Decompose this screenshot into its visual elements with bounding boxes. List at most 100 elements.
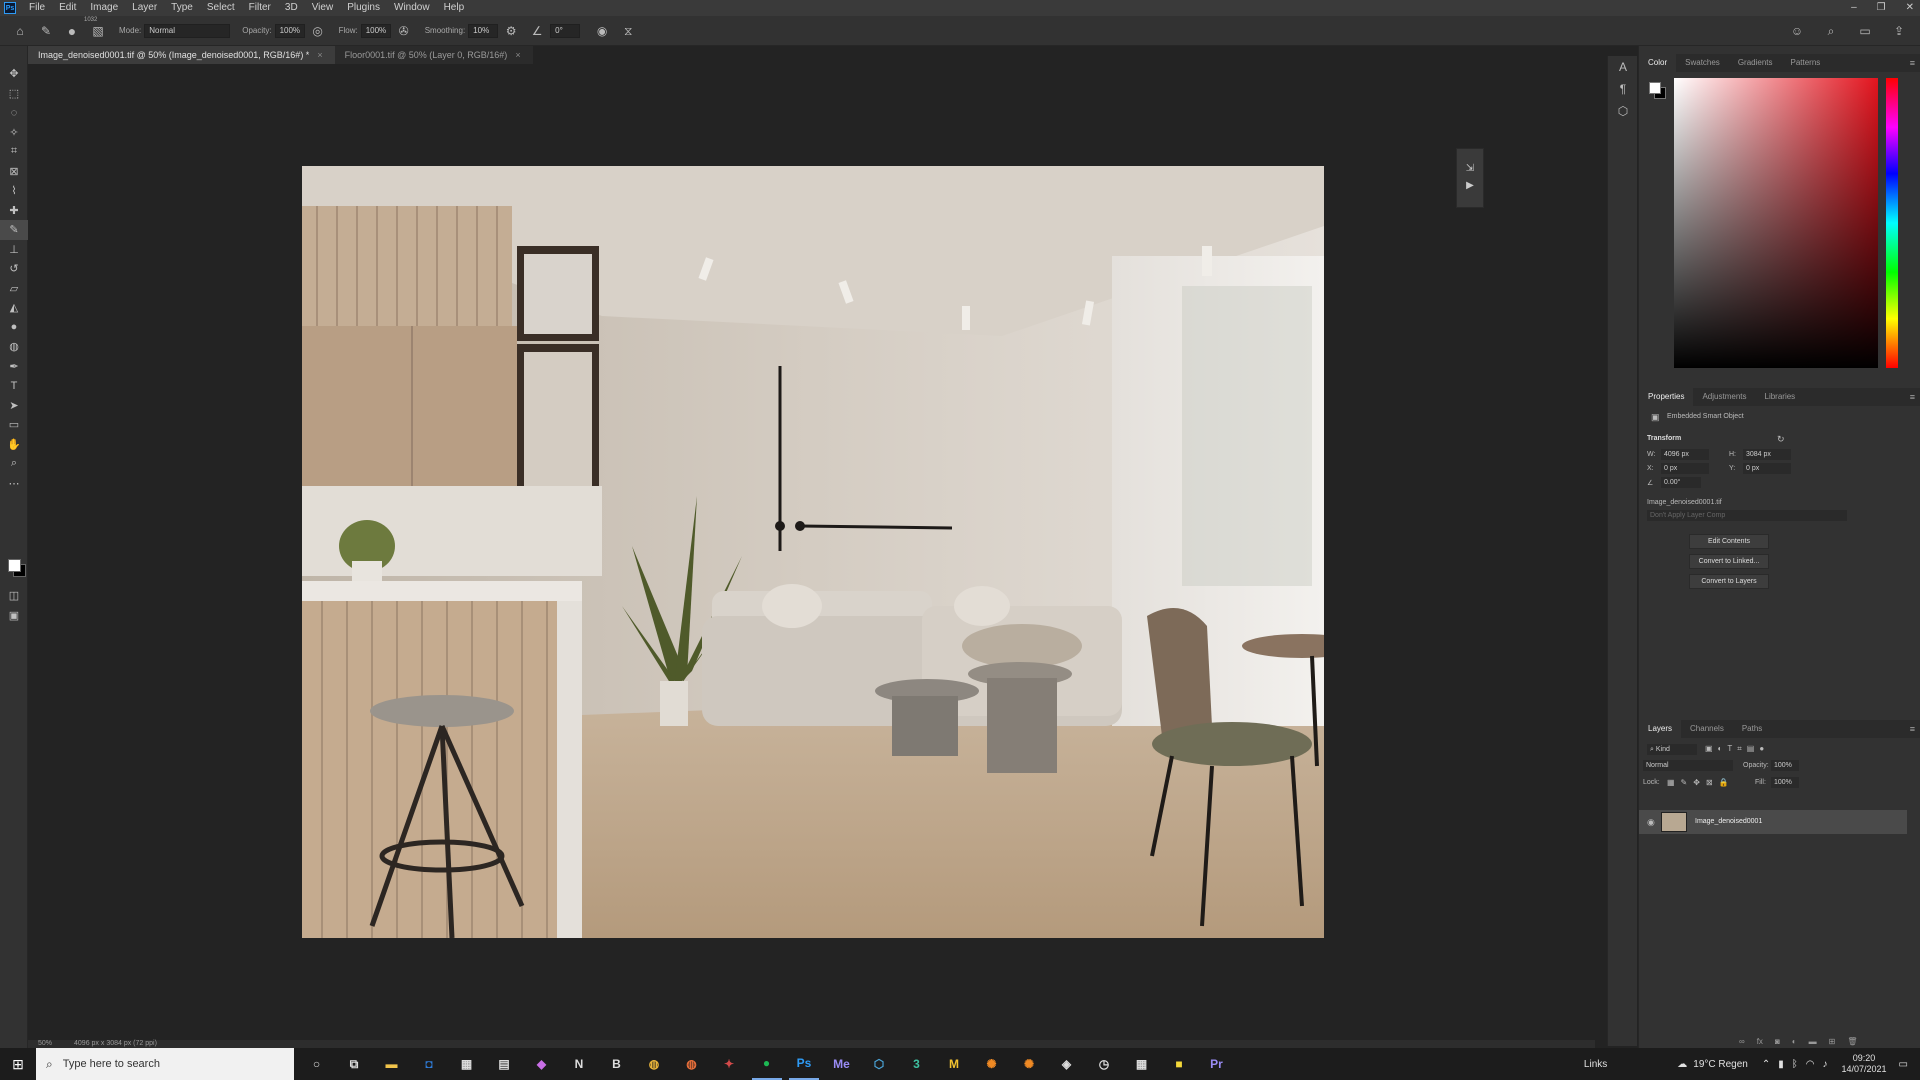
dodge-tool-icon[interactable]: ◍ [0,337,28,357]
zoom-tool-icon[interactable]: ⌕ [0,454,28,474]
zoom-level[interactable]: 50% [38,1040,52,1048]
restore-icon[interactable]: ❐ [1877,0,1886,16]
taskbar-app-affinity-icon[interactable]: ◆ [527,1048,557,1080]
menu-select[interactable]: Select [200,0,242,16]
healing-tool-icon[interactable]: ✚ [0,201,28,221]
eraser-tool-icon[interactable]: ▱ [0,279,28,299]
x-field[interactable]: 0 px [1661,463,1709,474]
taskbar-app-media-encoder-icon[interactable]: Me [827,1048,857,1080]
more-tools-icon[interactable]: ⋯ [0,474,28,494]
taskbar-app-folder-icon[interactable]: ▤ [489,1048,519,1080]
menu-view[interactable]: View [305,0,341,16]
tab-gradients[interactable]: Gradients [1729,54,1782,72]
brush-tool-icon[interactable]: ✎ [0,220,28,240]
lasso-tool-icon[interactable]: ◌ [0,103,28,123]
menu-file[interactable]: File [22,0,52,16]
network-icon[interactable]: ▮ [1778,1059,1784,1070]
clock[interactable]: 09:20 14/07/2021 [1842,1053,1887,1075]
foreground-color-swatch[interactable] [8,559,21,572]
menu-window[interactable]: Window [387,0,437,16]
hue-slider[interactable] [1886,78,1898,368]
convert-to-linked-button[interactable]: Convert to Linked... [1689,554,1769,569]
layer-opacity-field[interactable]: 100% [1771,760,1799,771]
menu-edit[interactable]: Edit [52,0,83,16]
taskbar-app-premiere-icon[interactable]: Pr [1202,1048,1232,1080]
pressure-size-icon[interactable]: ◉ [594,23,610,39]
taskbar-app-unity-icon[interactable]: ◈ [1052,1048,1082,1080]
magic-wand-tool-icon[interactable]: ✧ [0,123,28,143]
actions-icon[interactable]: ⇲ [1457,163,1483,174]
fx-icon[interactable]: fx [1757,1037,1763,1046]
marquee-tool-icon[interactable]: ⬚ [0,84,28,104]
add-mask-icon[interactable]: ◙ [1775,1037,1780,1046]
move-tool-icon[interactable]: ✥ [0,64,28,84]
tab-image-denoised[interactable]: Image_denoised0001.tif @ 50% (Image_deno… [28,46,335,64]
eyedropper-tool-icon[interactable]: ⌇ [0,181,28,201]
symmetry-icon[interactable]: ⧖ [620,23,636,39]
close-tab-icon[interactable]: × [515,50,520,60]
delete-layer-icon[interactable]: 🗑 [1847,1037,1857,1046]
tray-overflow-icon[interactable]: ⌃ [1762,1059,1770,1070]
tab-adjustments[interactable]: Adjustments [1693,388,1755,406]
3d-panel-icon[interactable]: ⬡ [1608,100,1638,122]
frame-tool-icon[interactable]: ⊠ [0,162,28,182]
tab-color[interactable]: Color [1639,54,1677,72]
share-people-icon[interactable]: ☺ [1789,23,1805,39]
tab-patterns[interactable]: Patterns [1782,54,1830,72]
minimize-icon[interactable]: – [1851,0,1857,16]
layer-filter-select[interactable]: ⌕ Kind [1647,744,1697,755]
layer-row[interactable]: ◉ Image_denoised0001 [1639,810,1907,834]
canvas-area[interactable]: ⇲ ▶ [28,64,1595,1040]
workspace-icon[interactable]: ▭ [1857,23,1873,39]
convert-to-layers-button[interactable]: Convert to Layers [1689,574,1769,589]
y-field[interactable]: 0 px [1743,463,1791,474]
weather-icon[interactable]: ☁ [1677,1059,1687,1070]
opacity-field[interactable]: 100% [274,23,305,38]
taskbar-app-m-icon[interactable]: M [939,1048,969,1080]
taskbar-app-blender-icon[interactable]: ✺ [977,1048,1007,1080]
taskbar-app-outlook-icon[interactable]: ◘ [414,1048,444,1080]
taskbar-app-chrome-canary-icon[interactable]: ◍ [677,1048,707,1080]
taskbar-app-calendar-icon[interactable]: ▦ [1127,1048,1157,1080]
menu-type[interactable]: Type [164,0,200,16]
blur-tool-icon[interactable]: ● [0,318,28,338]
task-view-icon[interactable]: ⧉ [339,1048,369,1080]
menu-3d[interactable]: 3D [278,0,305,16]
paragraph-panel-icon[interactable]: ¶ [1608,78,1638,100]
smoothing-field[interactable]: 10% [468,23,499,38]
cortana-icon[interactable]: ○ [302,1048,332,1080]
height-field[interactable]: 3084 px [1743,449,1791,460]
taskbar-app-chrome-icon[interactable]: ◍ [639,1048,669,1080]
bluetooth-icon[interactable]: ᛒ [1792,1059,1798,1070]
edit-contents-button[interactable]: Edit Contents [1689,534,1769,549]
taskbar-app-sticky-notes-icon[interactable]: ■ [1164,1048,1194,1080]
angle-field[interactable]: 0° [550,23,581,38]
tab-layers[interactable]: Layers [1639,720,1682,738]
play-icon[interactable]: ▶ [1457,180,1483,191]
stamp-tool-icon[interactable]: ⊥ [0,240,28,260]
taskbar-app-blender-beta-icon[interactable]: ✺ [1014,1048,1044,1080]
document-canvas-image[interactable] [302,166,1324,938]
taskbar-app-sketchup-icon[interactable]: ⬡ [864,1048,894,1080]
new-group-icon[interactable]: ▬ [1809,1037,1817,1046]
panel-menu-icon[interactable]: ≡ [1910,58,1915,68]
taskbar-app-spotify-icon[interactable]: ● [751,1048,782,1080]
adjustment-layer-icon[interactable]: ◐ [1792,1037,1797,1046]
taskbar-app-bitwarden-icon[interactable]: B [602,1048,632,1080]
menu-help[interactable]: Help [437,0,472,16]
character-panel-icon[interactable]: A [1608,56,1638,78]
layer-name[interactable]: Image_denoised0001 [1695,818,1762,825]
home-icon[interactable]: ⌂ [12,23,28,39]
shape-tool-icon[interactable]: ▭ [0,415,28,435]
bucket-tool-icon[interactable]: ◭ [0,298,28,318]
brush-settings-icon[interactable]: ▧ [90,23,106,39]
layer-filter-icons[interactable]: ▣◐T⌗▤● [1705,744,1769,754]
brush-preset-icon[interactable]: ✎ [38,23,54,39]
menu-plugins[interactable]: Plugins [340,0,387,16]
taskbar-app-onenote-icon[interactable]: N [564,1048,594,1080]
type-tool-icon[interactable]: T [0,376,28,396]
taskbar-app-calculator-icon[interactable]: ▦ [452,1048,482,1080]
weather-text[interactable]: 19°C Regen [1693,1059,1748,1070]
document-size[interactable]: 4096 px x 3084 px (72 ppi) [74,1040,157,1048]
tab-libraries[interactable]: Libraries [1756,388,1805,406]
